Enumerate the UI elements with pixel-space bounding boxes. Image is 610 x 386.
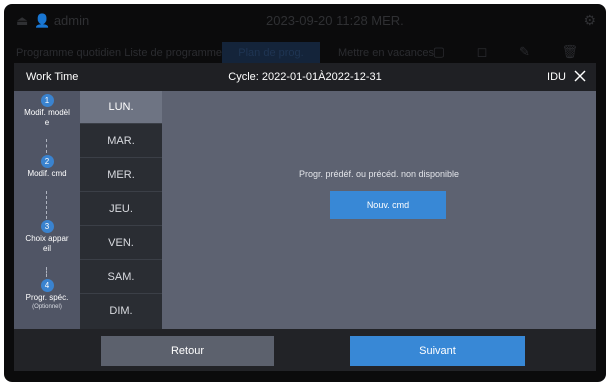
gear-icon: ⚙ — [583, 12, 596, 28]
background-status-bar: ⏏ 👤 admin 2023-09-20 11:28 MER. ⚙ — [4, 4, 606, 38]
day-item-thursday[interactable]: JEU. — [80, 193, 162, 226]
step-number: 4 — [40, 279, 54, 292]
background-tab-left: Programme quotidien Liste de programmes — [16, 47, 228, 59]
day-item-friday[interactable]: VEN. — [80, 227, 162, 260]
new-command-button[interactable]: Nouv. cmd — [330, 191, 446, 219]
device-screen: ⏏ 👤 admin 2023-09-20 11:28 MER. ⚙ Progra… — [4, 4, 606, 382]
step-connector — [46, 139, 47, 153]
day-item-monday[interactable]: LUN. — [80, 91, 162, 124]
day-item-tuesday[interactable]: MAR. — [80, 125, 162, 158]
step-connector — [46, 267, 47, 277]
background-datetime: 2023-09-20 11:28 MER. — [266, 13, 404, 28]
step-1: 1 Modif. modèl e — [14, 94, 80, 128]
background-tab-bar: Programme quotidien Liste de programmes … — [4, 40, 606, 64]
weekday-list: LUN. MAR. MER. JEU. VEN. SAM. DIM. — [80, 91, 162, 329]
day-item-sunday[interactable]: DIM. — [80, 295, 162, 328]
cycle-range: Cycle: 2022-01-01À2022-12-31 — [228, 71, 382, 83]
step-3: 3 Choix appar eil — [14, 220, 80, 254]
step-label: Progr. spéc. — [25, 293, 69, 302]
empty-message: Progr. prédéf. ou précéd. non disponible — [298, 169, 460, 179]
background-toolbar-icons: ▢ ◻ ✎ 🗑 — [432, 44, 592, 59]
step-number: 2 — [40, 155, 54, 168]
background-user: 👤 admin — [34, 13, 90, 28]
day-item-saturday[interactable]: SAM. — [80, 261, 162, 294]
schedule-content: Progr. prédéf. ou précéd. non disponible… — [162, 91, 596, 329]
background-tab-active: Plan de prog. — [222, 42, 320, 64]
background-tab-right: Mettre en vacances — [338, 47, 434, 59]
step-connector — [46, 191, 47, 219]
dialog-header: Work Time Cycle: 2022-01-01À2022-12-31 I… — [14, 63, 596, 91]
step-2: 2 Modif. cmd — [14, 155, 80, 179]
dialog-footer: Retour Suivant — [14, 329, 596, 371]
step-optional-note: (Optionnel) — [32, 304, 62, 310]
step-4: 4 Progr. spéc. (Optionnel) — [14, 279, 80, 311]
step-number: 3 — [40, 220, 54, 233]
back-button[interactable]: Retour — [101, 336, 274, 366]
wizard-steps: 1 Modif. modèl e 2 Modif. cmd 3 Choix ap… — [14, 91, 80, 329]
day-item-wednesday[interactable]: MER. — [80, 159, 162, 192]
step-number: 1 — [40, 94, 54, 107]
exit-icon: ⏏ — [16, 13, 29, 28]
close-icon[interactable] — [572, 68, 588, 84]
step-label: Modif. modèl e — [24, 108, 70, 127]
next-button[interactable]: Suivant — [350, 336, 525, 366]
device-type-label: IDU — [547, 71, 566, 83]
step-label: Modif. cmd — [27, 169, 67, 178]
work-time-dialog: Work Time Cycle: 2022-01-01À2022-12-31 I… — [14, 63, 596, 371]
step-label: Choix appar eil — [25, 234, 69, 253]
